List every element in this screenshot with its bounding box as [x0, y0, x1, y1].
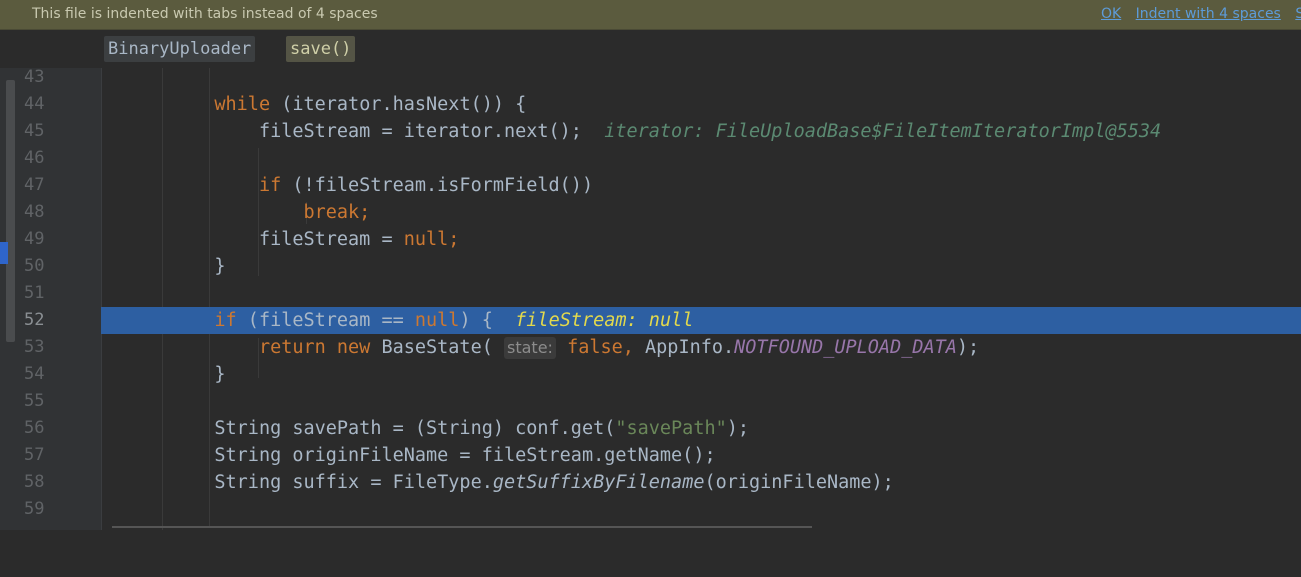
code-text: while (iterator.hasNext()) { — [103, 91, 526, 118]
code-line[interactable]: 46 — [0, 145, 1301, 172]
line-number: 45 — [24, 121, 45, 141]
indent-notification-bar: This file is indented with tabs instead … — [0, 0, 1301, 30]
code-fragment: ); — [956, 337, 980, 358]
code-fragment: (originFileName); — [704, 472, 894, 493]
line-number: 52 — [24, 310, 45, 330]
code-text: } — [103, 361, 226, 388]
keyword-while: while — [214, 94, 271, 115]
line-number: 58 — [24, 472, 45, 492]
code-text: String savePath = (String) conf.get("sav… — [103, 415, 749, 442]
code-line[interactable]: 49 fileStream = null; — [0, 226, 1301, 253]
more-options-link[interactable]: S — [1295, 6, 1301, 22]
line-number: 44 — [24, 94, 45, 114]
string-literal: "savePath" — [615, 418, 727, 439]
code-fragment: String suffix = FileType. — [214, 472, 493, 493]
keyword-if: if — [258, 175, 282, 196]
code-text: } — [103, 253, 226, 280]
line-number: 46 — [24, 148, 45, 168]
line-number: 51 — [24, 283, 45, 303]
code-line[interactable]: 57 String originFileName = fileStream.ge… — [0, 442, 1301, 469]
notification-actions: OK Indent with 4 spaces S — [1101, 6, 1301, 22]
code-fragment: BaseState( — [370, 337, 493, 358]
indent-with-4-spaces-link[interactable]: Indent with 4 spaces — [1136, 6, 1281, 22]
inline-debug-value: iterator: FileUploadBase$FileItemIterato… — [604, 121, 1162, 142]
code-line[interactable]: 50 } — [0, 253, 1301, 280]
code-text: fileStream = null; — [103, 226, 460, 253]
code-fragment: } — [214, 364, 226, 385]
code-text: if (fileStream == null) { fileStream: nu… — [103, 307, 693, 334]
code-line[interactable]: 45 fileStream = iterator.next(); iterato… — [0, 118, 1301, 145]
inline-debug-value: fileStream: null — [515, 310, 694, 331]
code-line[interactable]: 54 } — [0, 361, 1301, 388]
code-line[interactable]: 56 String savePath = (String) conf.get("… — [0, 415, 1301, 442]
keyword-return-new: return new — [258, 337, 371, 358]
line-number: 53 — [24, 337, 45, 357]
code-line[interactable]: 48 break; — [0, 199, 1301, 226]
keyword-null: null — [414, 310, 460, 331]
code-line[interactable]: 43 — [0, 64, 1301, 91]
current-execution-line[interactable]: 52 if (fileStream == null) { fileStream:… — [0, 307, 1301, 334]
keyword-null: null; — [403, 229, 460, 250]
constant-name: NOTFOUND_UPLOAD_DATA — [734, 337, 957, 358]
code-text: break; — [103, 199, 370, 226]
code-editor[interactable]: 43 44 while (iterator.hasNext()) { 45 fi… — [0, 64, 1301, 523]
code-fragment: fileStream = iterator.next(); — [258, 121, 582, 142]
code-fragment: String originFileName = fileStream.getNa… — [214, 445, 716, 466]
line-number: 47 — [24, 175, 45, 195]
code-fragment: String savePath = (String) conf.get( — [214, 418, 616, 439]
code-fragment: ) { — [459, 310, 493, 331]
line-number: 49 — [24, 229, 45, 249]
code-text: String suffix = FileType.getSuffixByFile… — [103, 469, 894, 496]
line-number: 50 — [24, 256, 45, 276]
code-line[interactable]: 51 — [0, 280, 1301, 307]
code-fragment: ); — [726, 418, 750, 439]
horizontal-scrollbar[interactable] — [112, 526, 812, 528]
code-line[interactable]: 58 String suffix = FileType.getSuffixByF… — [0, 469, 1301, 496]
code-line[interactable]: 53 return new BaseState( state: false, A… — [0, 334, 1301, 361]
keyword-if: if — [214, 310, 237, 331]
line-number: 54 — [24, 364, 45, 384]
code-text: if (!fileStream.isFormField()) — [103, 172, 593, 199]
code-line[interactable]: 55 — [0, 388, 1301, 415]
code-fragment: fileStream = — [258, 229, 404, 250]
static-method-call: getSuffixByFilename — [492, 472, 705, 493]
code-fragment: (!fileStream.isFormField()) — [281, 175, 594, 196]
code-line[interactable]: 44 while (iterator.hasNext()) { — [0, 91, 1301, 118]
breadcrumb: BinaryUploader save() — [0, 30, 1301, 68]
code-text: fileStream = iterator.next(); iterator: … — [103, 118, 1161, 145]
code-fragment: AppInfo. — [633, 337, 735, 358]
parameter-name-hint: state: — [504, 337, 556, 359]
code-line[interactable]: 47 if (!fileStream.isFormField()) — [0, 172, 1301, 199]
keyword-break: break; — [303, 202, 371, 223]
line-number: 57 — [24, 445, 45, 465]
code-text: return new BaseState( state: false, AppI… — [103, 334, 979, 361]
code-fragment: (iterator.hasNext()) { — [270, 94, 527, 115]
code-fragment: } — [214, 256, 226, 277]
line-number: 59 — [24, 499, 45, 519]
code-fragment: (fileStream == — [236, 310, 415, 331]
code-text: String originFileName = fileStream.getNa… — [103, 442, 716, 469]
code-line[interactable]: 59 — [0, 496, 1301, 523]
notification-message: This file is indented with tabs instead … — [32, 6, 378, 22]
breadcrumb-class[interactable]: BinaryUploader — [104, 36, 256, 62]
line-number: 55 — [24, 391, 45, 411]
keyword-false: false, — [567, 337, 634, 358]
line-number: 56 — [24, 418, 45, 438]
line-number: 48 — [24, 202, 45, 222]
ok-link[interactable]: OK — [1101, 6, 1121, 22]
line-number: 43 — [24, 67, 45, 87]
breadcrumb-method[interactable]: save() — [286, 36, 356, 62]
